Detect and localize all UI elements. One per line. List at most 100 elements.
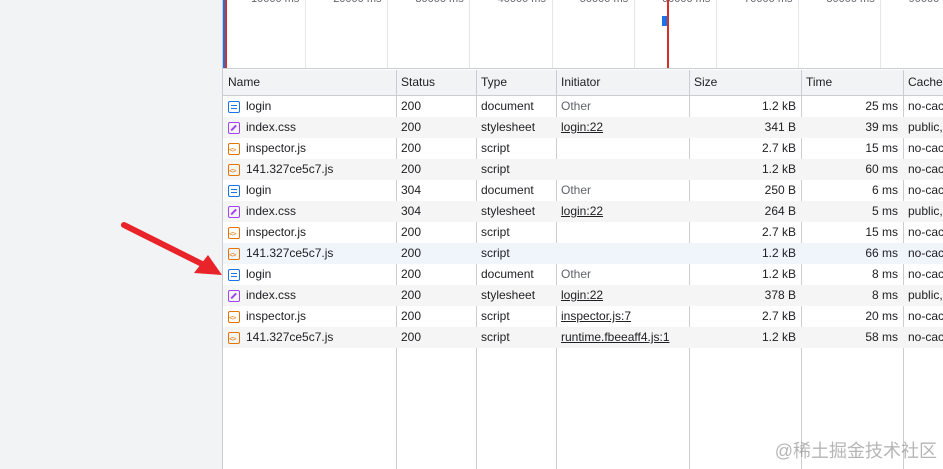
cell-name: index.css (223, 117, 396, 138)
table-header: Name Status Type Initiator Size Time Cac… (223, 70, 943, 96)
table-row[interactable]: login 200 document Other 1.2 kB 8 ms no-cac (223, 264, 943, 285)
cell-time: 15 ms (865, 141, 898, 155)
cell-time: 39 ms (865, 120, 898, 134)
cell-name: 141.327ce5c7.js (223, 327, 396, 348)
cell-type: document (481, 267, 534, 281)
timeline-gridline (551, 0, 553, 68)
table-row[interactable]: login 304 document Other 250 B 6 ms no-cac (223, 180, 943, 201)
request-name: index.css (246, 204, 297, 218)
table-row[interactable]: inspector.js 200 script 2.7 kB 15 ms no-cac (223, 222, 943, 243)
cell-name: inspector.js (223, 306, 396, 327)
script-icon (228, 140, 240, 159)
table-row[interactable]: 141.327ce5c7.js 200 script 1.2 kB 66 ms no-ca… (223, 243, 943, 264)
table-row[interactable]: login 200 document Other 1.2 kB 25 ms no-cac (223, 96, 943, 117)
initiator-link[interactable]: login:22 (561, 120, 603, 134)
cell-size: 1.2 kB (761, 99, 796, 113)
cell-cache: no-cac (908, 141, 943, 155)
cell-status: 304 (401, 204, 422, 218)
timeline-tick-label: 50000 ms (580, 0, 628, 5)
cell-name: login (223, 264, 396, 285)
timeline-tick-label: 10000 ms (251, 0, 299, 5)
cell-status: 200 (401, 120, 422, 134)
table-row[interactable]: index.css 200 stylesheet login:22 378 B 8 ms p… (223, 285, 943, 306)
initiator-link[interactable]: login:22 (561, 288, 603, 302)
cell-type: document (481, 99, 534, 113)
header-name[interactable]: Name (223, 70, 396, 95)
cell-cache: public, (908, 288, 943, 302)
cell-time: 20 ms (865, 309, 898, 323)
cell-size: 378 B (764, 288, 796, 302)
load-event-marker (225, 0, 227, 68)
cell-size: 2.7 kB (761, 309, 796, 323)
network-request-table: Name Status Type Initiator Size Time Cac… (223, 70, 943, 469)
cell-name: index.css (223, 285, 396, 306)
header-time[interactable]: Time (801, 70, 903, 95)
request-name: login (246, 267, 272, 281)
cell-time: 60 ms (865, 162, 898, 176)
initiator-link[interactable]: inspector.js:7 (561, 309, 631, 323)
cell-name: 141.327ce5c7.js (223, 159, 396, 180)
request-name: login (246, 99, 272, 113)
network-overview-timeline[interactable]: 10000 ms 20000 ms 30000 ms 40000 ms 50000 ms… (223, 0, 943, 69)
cell-time: 25 ms (865, 99, 898, 113)
cell-initiator: login:22 (556, 201, 689, 222)
request-name: index.css (246, 288, 297, 302)
cell-cache: no-cac (908, 183, 943, 197)
red-arrow-annotation (121, 222, 222, 275)
cell-cache: no-cac (908, 330, 943, 344)
script-icon (228, 308, 240, 327)
timeline-gridline (469, 0, 471, 68)
stylesheet-icon (228, 121, 240, 134)
header-cache[interactable]: Cache- (903, 70, 943, 95)
cell-status: 200 (401, 246, 422, 260)
initiator-text: Other (561, 183, 592, 197)
cell-initiator: Other (556, 180, 689, 201)
table-row[interactable]: index.css 200 stylesheet login:22 341 B 39 ms… (223, 117, 943, 138)
initiator-link[interactable]: runtime.fbeeaff4.js:1 (561, 330, 670, 344)
header-initiator[interactable]: Initiator (556, 70, 689, 95)
cell-cache: no-cac (908, 99, 943, 113)
request-rows: login 200 document Other 1.2 kB 25 ms no-cac in… (223, 96, 943, 348)
cell-size: 1.2 kB (761, 246, 796, 260)
cell-status: 304 (401, 183, 422, 197)
initiator-link[interactable]: login:22 (561, 204, 603, 218)
timeline-gridline (798, 0, 800, 68)
cell-time: 66 ms (865, 246, 898, 260)
cell-type: script (481, 330, 510, 344)
header-size[interactable]: Size (689, 70, 801, 95)
timeline-gridline (305, 0, 306, 68)
cell-type: stylesheet (481, 288, 536, 302)
table-row[interactable]: index.css 304 stylesheet login:22 264 B 5 ms p… (223, 201, 943, 222)
cell-type: script (481, 162, 510, 176)
header-type[interactable]: Type (476, 70, 556, 95)
cell-cache: no-cac (908, 225, 943, 239)
table-row[interactable]: 141.327ce5c7.js 200 script runtime.fbeeaff4… (223, 327, 943, 348)
cell-type: script (481, 225, 510, 239)
cell-initiator: login:22 (556, 117, 689, 138)
header-status[interactable]: Status (396, 70, 476, 95)
request-name: index.css (246, 120, 297, 134)
cell-size: 250 B (764, 183, 796, 197)
cell-initiator: runtime.fbeeaff4.js:1 (556, 327, 689, 348)
table-row[interactable]: 141.327ce5c7.js 200 script 1.2 kB 60 ms no-ca… (223, 159, 943, 180)
timeline-tick-label: 60000 ms (662, 0, 710, 5)
cell-type: stylesheet (481, 204, 536, 218)
cell-size: 2.7 kB (761, 141, 796, 155)
request-name: login (246, 183, 272, 197)
cell-status: 200 (401, 141, 422, 155)
timeline-tick-label: 70000 ms (744, 0, 792, 5)
cell-name: 141.327ce5c7.js (223, 243, 396, 264)
timeline-tick-label: 30000 ms (415, 0, 463, 5)
table-row[interactable]: inspector.js 200 script 2.7 kB 15 ms no-cac (223, 138, 943, 159)
cell-initiator (556, 243, 689, 264)
cell-initiator (556, 159, 689, 180)
cell-name: inspector.js (223, 222, 396, 243)
cell-status: 200 (401, 162, 422, 176)
cell-initiator (556, 222, 689, 243)
cell-status: 200 (401, 225, 422, 239)
request-name: 141.327ce5c7.js (246, 162, 334, 176)
timeline-gridline (880, 0, 882, 68)
cell-status: 200 (401, 309, 422, 323)
cell-cache: public, (908, 204, 943, 218)
table-row[interactable]: inspector.js 200 script inspector.js:7 2.7 k… (223, 306, 943, 327)
